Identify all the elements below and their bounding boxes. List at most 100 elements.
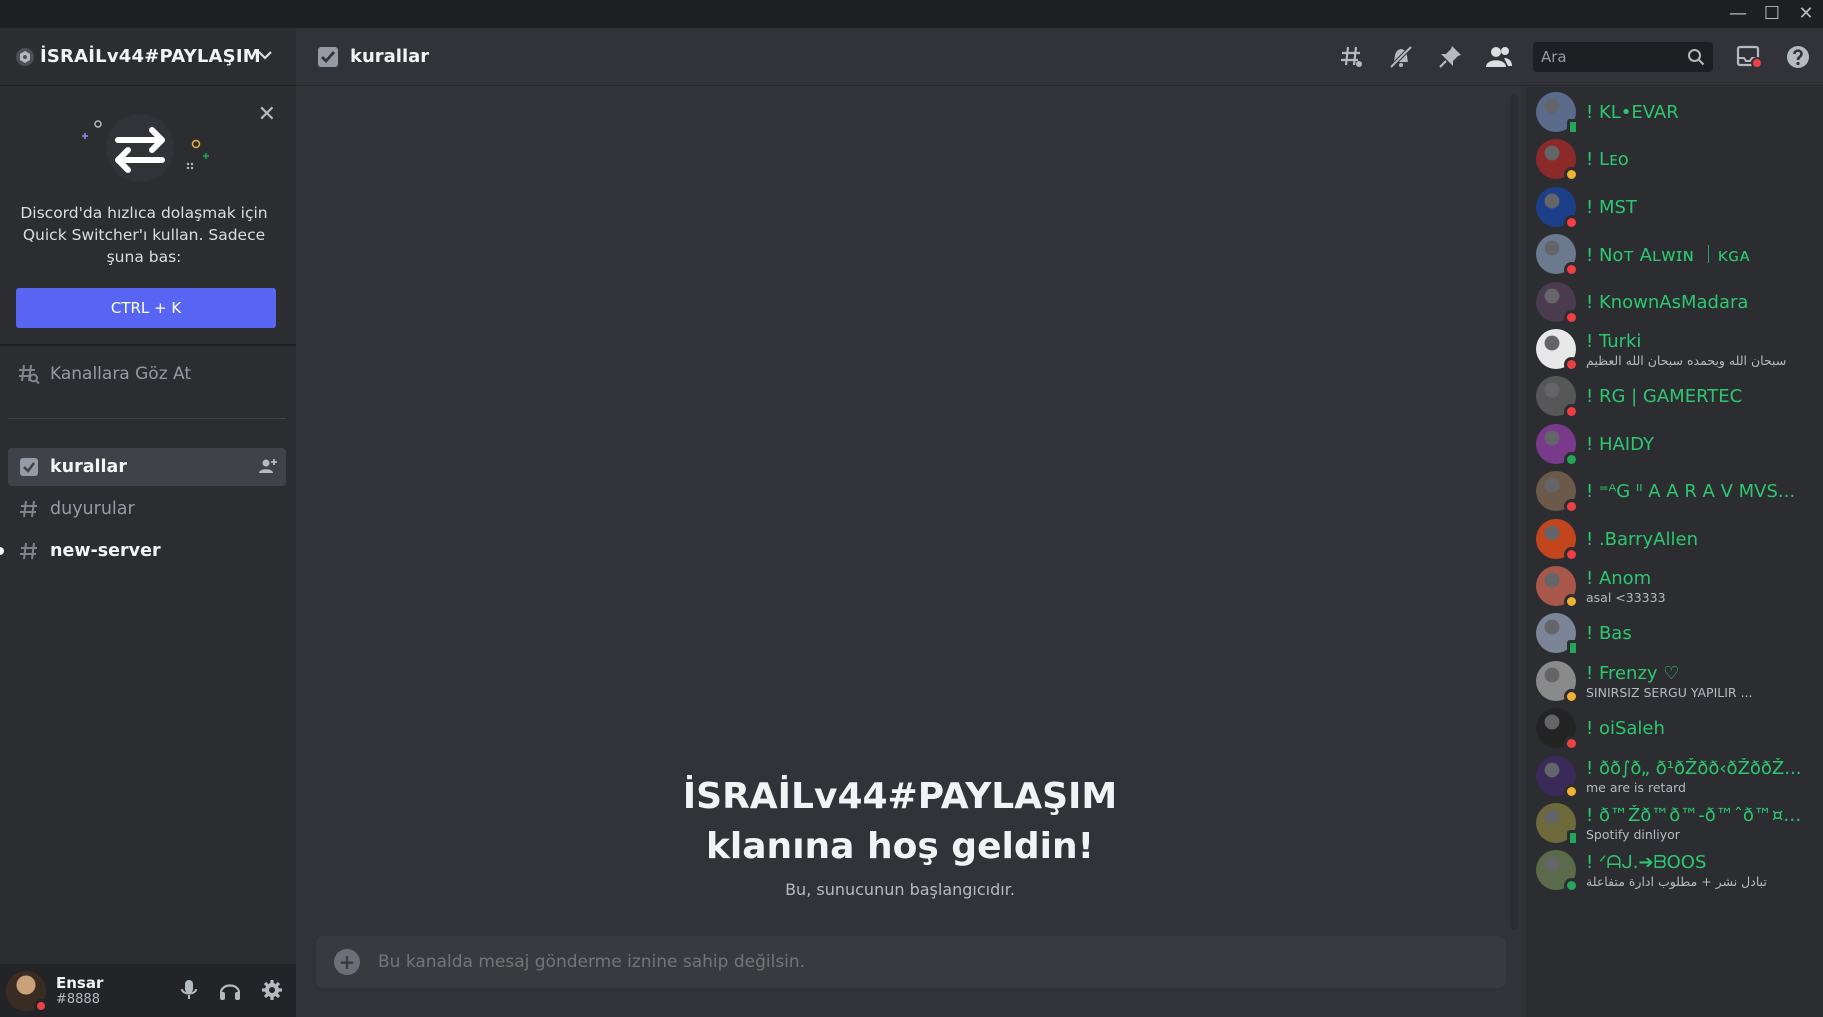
server-header[interactable]: İSRAİLv44#PAYLAŞIM xyxy=(0,28,296,86)
welcome-server-name: İSRAİLv44#PAYLAŞIM xyxy=(682,776,1118,817)
member-activity: تبادل نشر + مطلوب ادارة متفاعلة xyxy=(1586,873,1767,889)
avatar xyxy=(1536,661,1579,704)
close-icon[interactable]: ✕ xyxy=(258,102,276,127)
member-list-item[interactable]: ! oiSaleh xyxy=(1536,703,1816,753)
threads-icon[interactable] xyxy=(1327,28,1376,86)
avatar xyxy=(1536,329,1579,372)
member-list-item[interactable]: ! ⁼ᴬG ᴵᴵ A A R A V MVS... xyxy=(1536,466,1816,516)
hash-icon xyxy=(18,540,40,562)
member-name: ! ðð∫ð„ ð¹ðŽðð‹ðŽððŽ... xyxy=(1586,757,1802,779)
mobile-status-icon xyxy=(1567,640,1579,656)
member-name: ! ⁼ᴬG ᴵᴵ A A R A V MVS... xyxy=(1586,480,1796,502)
inbox-icon[interactable] xyxy=(1725,28,1773,86)
member-list: ! KL•EVAR ! Lᴇo ! MST ! Nᴏᴛ Aʟᴡɪɴ ｜ᴋɢᴀ ! Kno… xyxy=(1526,87,1823,1017)
server-icon xyxy=(16,47,34,66)
notification-muted-icon[interactable] xyxy=(1376,28,1425,86)
pin-icon[interactable] xyxy=(1425,28,1474,86)
browse-channels-label: Kanallara Göz At xyxy=(50,364,192,384)
avatar xyxy=(1536,282,1579,325)
member-list-item[interactable]: ! MST xyxy=(1536,182,1816,232)
channel-title: kurallar xyxy=(350,46,430,67)
member-list-item[interactable]: ! KL•EVAR xyxy=(1536,87,1816,137)
avatar xyxy=(1536,756,1579,799)
welcome-subtitle: Bu, sunucunun başlangıcıdır. xyxy=(785,880,1015,899)
headphones-icon[interactable] xyxy=(218,978,242,1006)
dnd-status-icon xyxy=(1564,262,1579,277)
welcome-message: İSRAİLv44#PAYLAŞIM klanına hoş geldin! B… xyxy=(296,772,1504,899)
browse-channels-button[interactable]: Kanallara Göz At xyxy=(8,354,286,394)
minimize-button[interactable]: — xyxy=(1721,0,1755,28)
idle-status-icon xyxy=(1564,689,1579,704)
ctrl-k-button[interactable]: CTRL + K xyxy=(16,288,276,328)
username: Ensar xyxy=(56,974,104,992)
quick-switcher-card: ✕ Discord'da hızlıca dolaşmak için Quick… xyxy=(0,86,296,346)
chat-area: İSRAİLv44#PAYLAŞIM klanına hoş geldin! B… xyxy=(296,87,1511,1017)
member-name: ! KnownAsMadara xyxy=(1586,291,1749,313)
idle-status-icon xyxy=(1564,594,1579,609)
member-list-item[interactable]: ! ð™Žð™ð™‐ð™ˆð™¤ð™Ž...Spotify dinliyor xyxy=(1536,798,1816,848)
browse-channels-icon xyxy=(18,363,40,385)
hash-icon xyxy=(18,498,40,520)
avatar xyxy=(1536,519,1579,562)
avatar xyxy=(1536,187,1579,230)
member-list-item[interactable]: ! Turki سبحان الله وبحمده سبحان الله العظ… xyxy=(1536,324,1816,374)
avatar xyxy=(1536,613,1579,656)
member-name: ! RG | GAMERTEC xyxy=(1586,385,1743,407)
channel-label: kurallar xyxy=(50,457,127,477)
member-list-item[interactable]: ! Bas xyxy=(1536,608,1816,658)
member-list-item[interactable]: ! HAIDY xyxy=(1536,419,1816,469)
avatar xyxy=(1536,850,1579,893)
search-icon xyxy=(1687,48,1705,66)
member-name: ! KL•EVAR xyxy=(1586,101,1679,123)
dnd-status-icon xyxy=(34,998,48,1013)
dnd-status-icon xyxy=(1564,404,1579,419)
avatar xyxy=(1536,803,1579,846)
server-name: İSRAİLv44#PAYLAŞIM xyxy=(40,46,261,67)
member-list-item[interactable]: ! ðð∫ð„ ð¹ðŽðð‹ðŽððŽ... me are is retard xyxy=(1536,751,1816,801)
member-list-item[interactable]: ! Frenzy ♡ SINIRSIZ SERGU YAPILIR ... xyxy=(1536,656,1816,706)
welcome-heading: klanına hoş geldin! xyxy=(705,826,1094,867)
microphone-icon[interactable] xyxy=(178,978,200,1006)
channel-duyurular[interactable]: duyurular xyxy=(8,490,286,528)
chat-scrollbar[interactable] xyxy=(1510,95,1518,930)
member-list-item[interactable]: ! .BarryAllen xyxy=(1536,514,1816,564)
avatar xyxy=(1536,566,1579,609)
search-placeholder: Ara xyxy=(1541,48,1567,66)
user-panel: Ensar #8888 xyxy=(0,964,296,1017)
online-status-icon xyxy=(1564,452,1579,467)
avatar xyxy=(1536,376,1579,419)
mobile-status-icon xyxy=(1567,119,1579,135)
chevron-down-icon[interactable] xyxy=(256,46,274,68)
add-member-icon[interactable] xyxy=(258,456,278,481)
member-list-item[interactable]: ! Anom asal <33333 xyxy=(1536,561,1816,611)
close-window-button[interactable]: ✕ xyxy=(1789,0,1823,28)
member-list-item[interactable]: ! Nᴏᴛ Aʟᴡɪɴ ｜ᴋɢᴀ xyxy=(1536,229,1816,279)
message-input[interactable] xyxy=(378,952,1378,972)
help-icon[interactable] xyxy=(1773,28,1823,86)
channel-sidebar: İSRAİLv44#PAYLAŞIM ✕ Discord'da hızlıca … xyxy=(0,28,296,1017)
member-activity: Spotify dinliyor xyxy=(1586,826,1680,842)
avatar xyxy=(1536,471,1579,514)
member-list-item[interactable]: ! RG | GAMERTEC xyxy=(1536,371,1816,421)
avatar xyxy=(1536,708,1579,751)
mobile-status-icon xyxy=(1567,830,1579,846)
channel-new-server[interactable]: new-server xyxy=(0,532,286,570)
member-name: ! HAIDY xyxy=(1586,433,1654,455)
search-input[interactable]: Ara xyxy=(1533,42,1713,72)
member-activity: SINIRSIZ SERGU YAPILIR ... xyxy=(1586,684,1753,700)
message-composer: + xyxy=(316,936,1506,988)
member-list-item[interactable]: ! Lᴇo xyxy=(1536,134,1816,184)
maximize-button[interactable]: ☐ xyxy=(1755,0,1789,28)
channel-kurallar[interactable]: kurallar xyxy=(8,448,286,486)
member-name: ! oiSaleh xyxy=(1586,717,1665,739)
user-tag: #8888 xyxy=(56,992,100,1007)
gear-icon[interactable] xyxy=(260,978,284,1006)
avatar[interactable] xyxy=(6,970,48,1013)
member-list-icon[interactable] xyxy=(1474,28,1523,86)
avatar xyxy=(1536,424,1579,467)
dnd-status-icon xyxy=(1564,310,1579,325)
dnd-status-icon xyxy=(1564,357,1579,372)
member-name: ! Bas xyxy=(1586,622,1632,644)
member-list-item[interactable]: ! KnownAsMadara xyxy=(1536,277,1816,327)
member-list-item[interactable]: ! ᐟᗩᒍ.➔ᗷOOS تبادل نشر + مطلوب ادارة متفاع… xyxy=(1536,845,1816,895)
